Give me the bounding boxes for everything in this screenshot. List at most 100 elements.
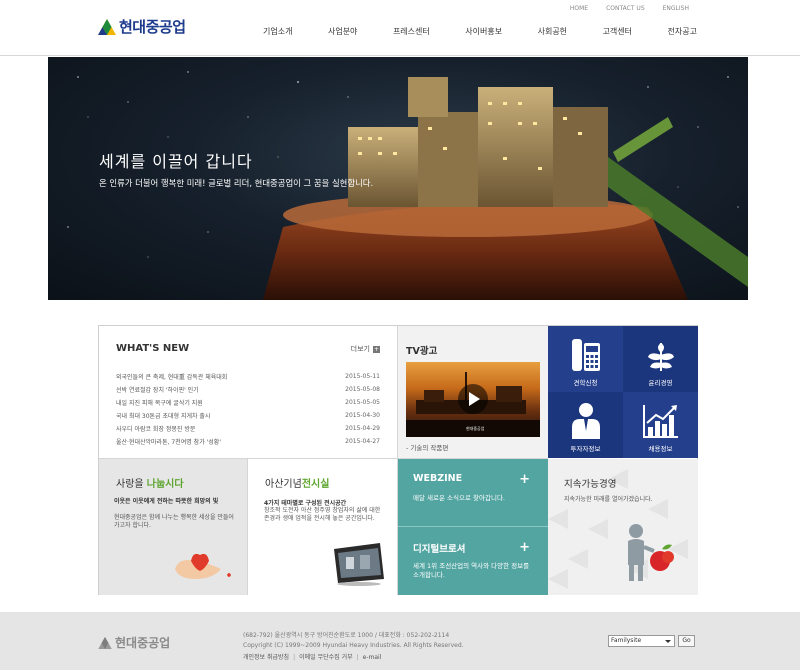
familysite-select[interactable]: Familysite <box>608 635 675 647</box>
video-brand-label: 현대중공업 <box>466 426 485 431</box>
quick-link-recruit[interactable]: 채용정보 <box>623 392 698 458</box>
nav-item-notice[interactable]: 전자공고 <box>663 26 702 37</box>
go-button[interactable]: Go <box>678 635 695 647</box>
footer-logo-triangle-icon <box>98 636 112 649</box>
more-label: 더보기 <box>350 345 370 353</box>
person-icon <box>571 403 600 439</box>
asan-title-plain: 아산기념 <box>265 479 302 490</box>
asan-body: 창조적 도전자 아산 정주영 창업자의 삶에 대한 존경과 생애 업적을 전시해… <box>264 507 381 522</box>
footer-address-line: (682-792) 울산광역시 동구 방어진순환도로 1000 / 대표전화 :… <box>243 632 450 639</box>
asan-memorial-panel[interactable]: 아산기념전시실 4가지 테마별로 구성된 전시공간 창조적 도전자 아산 정주영… <box>248 459 398 595</box>
quick-link-ethics[interactable]: 윤리경영 <box>623 326 698 392</box>
news-title: 사우디 아람코 회장 정몽진 방문 <box>116 426 196 433</box>
privacy-policy-link[interactable]: 개인정보 취급방침 <box>243 654 289 661</box>
plus-icon[interactable]: + <box>519 473 530 486</box>
news-title: 울산·현대산악마라톤, 7천여명 참가 '성황' <box>116 439 221 446</box>
share-title-highlight: 나눕시다 <box>146 479 184 490</box>
asan-title: 아산기념전시실 <box>265 475 329 490</box>
share-title-plain: 사랑을 <box>116 479 147 490</box>
leaf-icon <box>647 343 674 371</box>
news-date: 2015-05-05 <box>345 399 380 406</box>
exhibition-image <box>334 543 384 586</box>
video-thumbnail[interactable]: 현대중공업 <box>406 362 540 437</box>
nav-item-company[interactable]: 기업소개 <box>258 26 297 37</box>
main-nav: 기업소개 사업분야 프레스센터 사이버홍보 사회공헌 고객센터 전자공고 <box>258 26 702 37</box>
digital-brochure-title: 디지털브로셔 <box>413 544 466 555</box>
nav-item-customer[interactable]: 고객센터 <box>598 26 637 37</box>
hero-banner: 세계를 이끌어 갑니다 온 인류가 더불어 행복한 미래! 글로벌 리더, 현대… <box>48 57 748 300</box>
news-date: 2015-04-30 <box>345 412 380 419</box>
news-date: 2015-04-27 <box>345 438 380 445</box>
webzine-title: WEBZINE <box>413 473 463 484</box>
plus-icon: + <box>373 345 380 353</box>
news-item[interactable]: 내일 지진 피해 복구에 굴삭기 지원 2015-05-05 <box>116 396 380 409</box>
digital-brochure-panel[interactable]: 디지털브로셔 + 세계 1위 조선산업의 역사와 다양한 정보를 소개합니다. <box>398 527 548 595</box>
sustainability-title: 지속가능경영 <box>564 479 617 490</box>
news-title: 선박 연료절감 장치 '하이핀' 인기 <box>116 387 199 394</box>
webzine-panel[interactable]: WEBZINE + 매달 새로운 소식으로 찾아갑니다. <box>398 459 548 527</box>
tv-ad-caption[interactable]: - 기술의 작품편 <box>406 442 448 452</box>
hero-subtitle: 온 인류가 더불어 행복한 미래! 글로벌 리더, 현대중공업이 그 꿈을 실현… <box>99 178 374 188</box>
child-apple-image <box>628 524 674 581</box>
news-item[interactable]: 국내 최대 30톤급 초대형 지게차 출시 2015-04-30 <box>116 409 380 422</box>
logo-triangle-icon <box>98 18 116 35</box>
sustainability-body: 지속가능한 미래를 열어가겠습니다. <box>564 496 653 503</box>
news-title: 외국인들의 큰 축제, 현대重 감독관 체육대회 <box>116 374 228 381</box>
footer-links: 개인정보 취급방침 | 이메일 무단수집 거부 | e-mail <box>243 652 381 661</box>
share-love-panel[interactable]: 사랑을 나눕시다 이웃은 이웃에게 전하는 따뜻한 희망의 빛 현대중공업은 함… <box>99 459 248 595</box>
news-list: 외국인들의 큰 축제, 현대重 감독관 체육대회 2015-05-11 선박 연료… <box>116 370 380 448</box>
util-english-link[interactable]: ENGLISH <box>654 5 698 12</box>
share-subtitle: 이웃은 이웃에게 전하는 따뜻한 희망의 빛 <box>114 498 219 505</box>
nav-item-press[interactable]: 프레스센터 <box>388 26 435 37</box>
news-date: 2015-05-08 <box>345 386 380 393</box>
plus-icon[interactable]: + <box>519 541 530 554</box>
quick-link-label: 채용정보 <box>648 445 673 453</box>
site-footer: 현대중공업 (682-792) 울산광역시 동구 방어진순환도로 1000 / … <box>0 612 800 670</box>
news-item[interactable]: 외국인들의 큰 축제, 현대重 감독관 체육대회 2015-05-11 <box>116 370 380 383</box>
util-contact-link[interactable]: CONTACT US <box>597 5 654 12</box>
hero-title: 세계를 이끌어 갑니다 <box>99 152 253 171</box>
quick-link-label: 투자자정보 <box>570 445 601 453</box>
divider: | <box>356 654 359 661</box>
news-title: 국내 최대 30톤급 초대형 지게차 출시 <box>116 413 211 420</box>
email-link[interactable]: e-mail <box>363 654 382 661</box>
nav-item-business[interactable]: 사업분야 <box>323 26 362 37</box>
divider: | <box>293 654 296 661</box>
logo[interactable]: 현대중공업 <box>98 16 186 37</box>
util-home-link[interactable]: HOME <box>561 5 597 12</box>
digital-brochure-body: 세계 1위 조선산업의 역사와 다양한 정보를 소개합니다. <box>413 562 530 579</box>
news-item[interactable]: 사우디 아람코 회장 정몽진 방문 2015-04-29 <box>116 422 380 435</box>
asan-title-highlight: 전시실 <box>301 479 330 490</box>
share-title: 사랑을 나눕시다 <box>116 475 184 490</box>
webzine-body: 매달 새로운 소식으로 찾아갑니다. <box>413 494 505 502</box>
utility-nav: HOME CONTACT US ENGLISH <box>561 5 698 12</box>
quick-link-tour[interactable]: 견학신청 <box>548 326 623 392</box>
email-refusal-link[interactable]: 이메일 무단수집 거부 <box>299 654 353 661</box>
play-icon[interactable] <box>458 384 488 414</box>
whats-new-title: WHAT'S NEW <box>116 343 190 354</box>
nav-item-cyber-pr[interactable]: 사이버홍보 <box>460 26 507 37</box>
whats-new-more-button[interactable]: 더보기 + <box>351 344 380 354</box>
quick-link-label: 윤리경영 <box>648 379 673 387</box>
news-item[interactable]: 울산·현대산악마라톤, 7천여명 참가 '성황' 2015-04-27 <box>116 435 380 448</box>
tv-ad-panel: TV광고 현대중공업 - 기술의 작품편 <box>398 326 548 459</box>
footer-copyright: Copyright (C) 1999~2009 Hyundai Heavy In… <box>243 642 464 649</box>
footer-address: (682-792) 울산광역시 동구 방어진순환도로 1000 / 대표전화 :… <box>243 631 464 651</box>
logo-text: 현대중공업 <box>119 18 186 36</box>
chart-icon <box>642 405 678 438</box>
hands-heart-image <box>175 553 231 579</box>
news-item[interactable]: 선박 연료절감 장치 '하이핀' 인기 2015-05-08 <box>116 383 380 396</box>
content-grid: WHAT'S NEW 더보기 + 외국인들의 큰 축제, 현대重 감독관 체육대… <box>98 325 698 595</box>
footer-logo-text: 현대중공업 <box>115 636 171 650</box>
tv-ad-title: TV광고 <box>406 346 438 357</box>
whats-new-panel: WHAT'S NEW 더보기 + 외국인들의 큰 축제, 현대重 감독관 체육대… <box>99 326 398 459</box>
news-date: 2015-04-29 <box>345 425 380 432</box>
nav-item-social[interactable]: 사회공헌 <box>533 26 572 37</box>
news-date: 2015-05-11 <box>345 373 380 380</box>
news-title: 내일 지진 피해 복구에 굴삭기 지원 <box>116 400 203 407</box>
sustainability-panel[interactable]: 지속가능경영 지속가능한 미래를 열어가겠습니다. <box>548 459 698 595</box>
phone-icon <box>571 339 600 371</box>
share-body: 현대중공업은 함께 나누는 행복한 세상을 만들어 가고자 합니다. <box>114 514 234 529</box>
quick-link-investor[interactable]: 투자자정보 <box>548 392 623 458</box>
site-header: 현대중공업 HOME CONTACT US ENGLISH 기업소개 사업분야 … <box>0 0 800 56</box>
